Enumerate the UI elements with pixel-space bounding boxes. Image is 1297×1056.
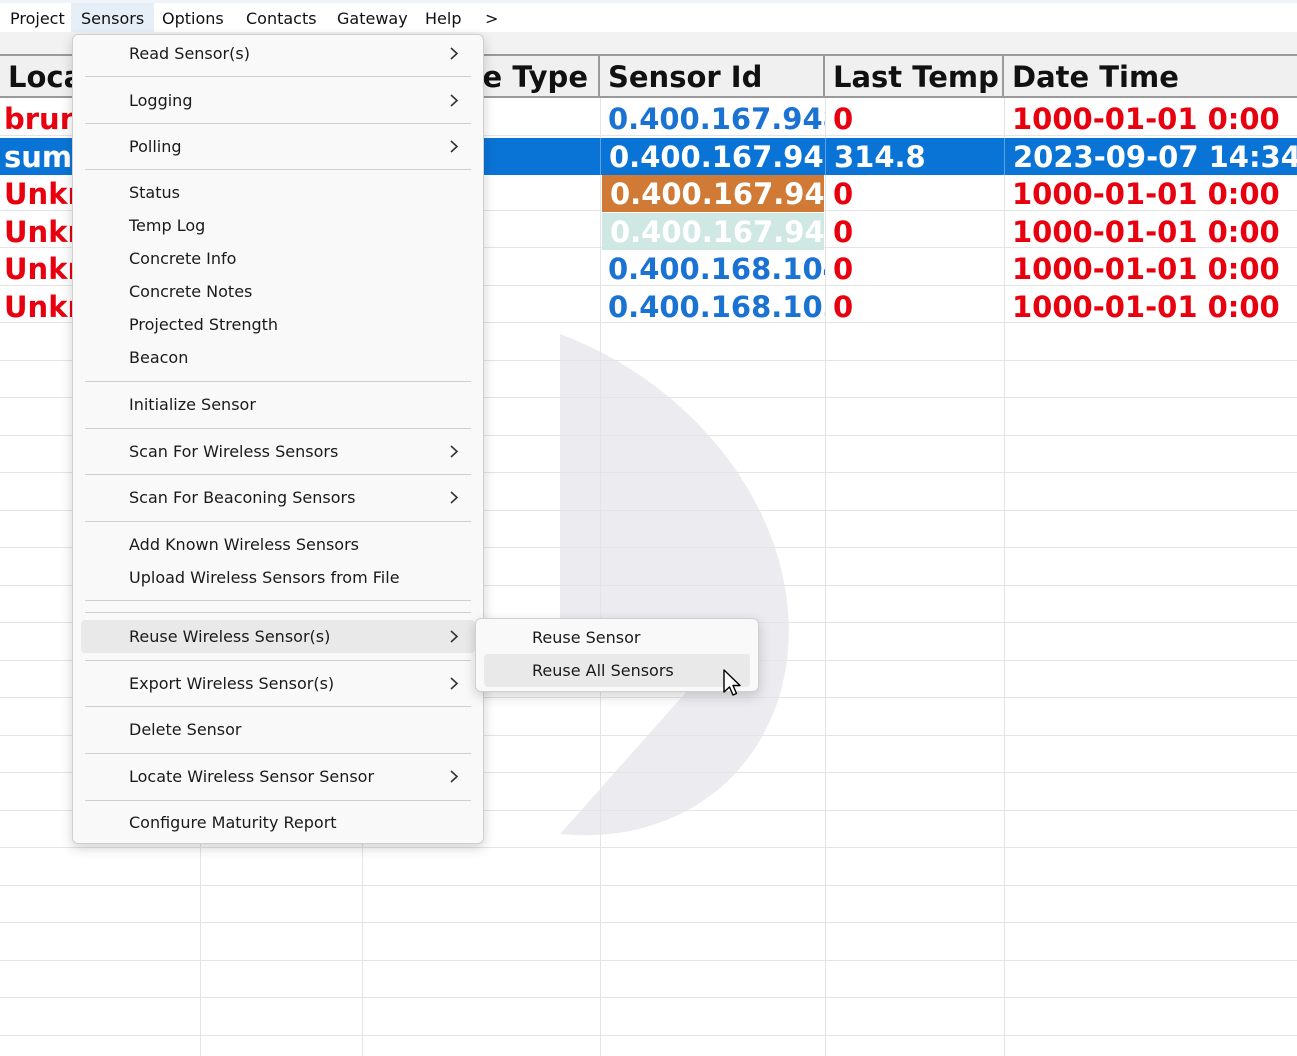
cell-sensor-id: 0.400.168.104 <box>608 252 825 286</box>
menu-item-delete-sensor[interactable]: Delete Sensor <box>81 713 475 746</box>
cell-sensor-id: 0.400.167.941 <box>600 138 825 175</box>
mouse-pointer-icon <box>723 669 741 696</box>
header-date-time[interactable]: Date Time <box>1004 56 1297 96</box>
menu-item-status[interactable]: Status <box>81 176 475 209</box>
cell-last-temp: 0 <box>833 252 854 286</box>
menu-item-initialize-sensor[interactable]: Initialize Sensor <box>81 388 475 421</box>
chevron-right-icon <box>450 94 459 107</box>
cell-date-time: 1000-01-01 0:00 <box>1012 252 1280 286</box>
menu-item-polling[interactable]: Polling <box>81 130 475 163</box>
menu-separator <box>85 800 471 801</box>
menu-item-temp-log[interactable]: Temp Log <box>81 209 475 242</box>
menu-item-add-known[interactable]: Add Known Wireless Sensors <box>81 528 475 561</box>
menu-separator <box>85 76 471 77</box>
menu-item-read-sensors[interactable]: Read Sensor(s) <box>81 37 475 70</box>
chevron-right-icon <box>450 770 459 783</box>
menu-separator <box>85 474 471 475</box>
cell-sensor-id: 0.400.167.947 <box>602 213 824 250</box>
cell-date-time: 2023-09-07 14:34 <box>1004 138 1297 175</box>
menu-item-label: Scan For Beaconing Sensors <box>129 488 356 507</box>
cell-date-time: 1000-01-01 0:00 <box>1012 102 1280 136</box>
chevron-right-icon <box>450 630 459 643</box>
chevron-right-icon <box>450 140 459 153</box>
cell-sensor-id: 0.400.167.948 <box>608 102 825 136</box>
menu-separator <box>85 600 471 601</box>
cell-last-temp: 0 <box>833 290 854 324</box>
cell-date-time: 1000-01-01 0:00 <box>1012 215 1280 249</box>
menu-separator <box>85 381 471 382</box>
menu-bar: Project Sensors Options Contacts Gateway… <box>0 0 1297 36</box>
grid-hline <box>0 960 1297 961</box>
chevron-right-icon <box>450 677 459 690</box>
menu-item-projected-strength[interactable]: Projected Strength <box>81 308 475 341</box>
menu-item-concrete-notes[interactable]: Concrete Notes <box>81 275 475 308</box>
menu-item-label: Locate Wireless Sensor Sensor <box>129 767 375 786</box>
menu-item-upload-from-file[interactable]: Upload Wireless Sensors from File <box>81 561 475 594</box>
cell-last-temp: 0 <box>833 102 854 136</box>
grid-hline <box>0 922 1297 923</box>
grid-hline <box>0 885 1297 886</box>
grid-hline <box>0 847 1297 848</box>
menu-item-scan-beaconing[interactable]: Scan For Beaconing Sensors <box>81 481 475 514</box>
menu-gateway[interactable]: Gateway <box>327 3 418 35</box>
menu-separator <box>85 660 471 661</box>
chevron-right-icon <box>450 491 459 504</box>
menu-overflow[interactable]: > <box>475 3 508 35</box>
cell-sensor-id: 0.400.167.943 <box>602 175 824 212</box>
chevron-right-icon <box>450 47 459 60</box>
menu-separator <box>85 169 471 170</box>
menu-project[interactable]: Project <box>0 3 75 35</box>
menu-separator <box>85 428 471 429</box>
sensors-menu: Read Sensor(s) Logging Polling Status Te… <box>72 34 484 844</box>
cell-sensor-id: 0.400.168.105 <box>608 290 825 324</box>
menu-separator <box>85 706 471 707</box>
menu-item-reuse-all-sensors[interactable]: Reuse All Sensors <box>484 654 750 687</box>
menu-item-logging[interactable]: Logging <box>81 84 475 117</box>
menu-item-label: Reuse Wireless Sensor(s) <box>129 627 331 646</box>
menu-sensors[interactable]: Sensors <box>71 3 155 35</box>
menu-item-beacon[interactable]: Beacon <box>81 341 475 374</box>
cell-date-time: 1000-01-01 0:00 <box>1012 177 1280 211</box>
menu-item-label: Polling <box>129 137 182 156</box>
menu-options[interactable]: Options <box>152 3 234 35</box>
grid-hline <box>0 1035 1297 1036</box>
menu-item-locate-wireless[interactable]: Locate Wireless Sensor Sensor <box>81 760 475 793</box>
menu-help[interactable]: Help <box>415 3 471 35</box>
menu-item-export-wireless[interactable]: Export Wireless Sensor(s) <box>81 667 475 700</box>
menu-separator <box>85 123 471 124</box>
menu-separator <box>85 521 471 522</box>
menu-item-label: Logging <box>129 91 193 110</box>
header-last-temp[interactable]: Last Temp <box>825 56 1004 96</box>
menu-item-concrete-info[interactable]: Concrete Info <box>81 242 475 275</box>
menu-item-label: Scan For Wireless Sensors <box>129 442 339 461</box>
chevron-right-icon <box>450 445 459 458</box>
menu-item-scan-wireless[interactable]: Scan For Wireless Sensors <box>81 435 475 468</box>
menu-item-reuse-wireless[interactable]: Reuse Wireless Sensor(s) <box>81 620 475 653</box>
reuse-submenu: Reuse Sensor Reuse All Sensors <box>475 618 759 692</box>
grid-hline <box>0 997 1297 998</box>
menu-contacts[interactable]: Contacts <box>236 3 327 35</box>
menu-item-label: Read Sensor(s) <box>129 44 250 63</box>
menu-item-configure-maturity[interactable]: Configure Maturity Report <box>81 806 475 839</box>
menu-separator <box>85 612 471 613</box>
menu-item-reuse-sensor[interactable]: Reuse Sensor <box>484 621 750 654</box>
menu-separator <box>85 753 471 754</box>
menu-item-label: Export Wireless Sensor(s) <box>129 674 335 693</box>
header-sensor-id[interactable]: Sensor Id <box>600 56 825 96</box>
cell-last-temp: 0 <box>833 177 854 211</box>
cell-last-temp: 314.8 <box>825 138 1004 175</box>
cell-date-time: 1000-01-01 0:00 <box>1012 290 1280 324</box>
cell-last-temp: 0 <box>833 215 854 249</box>
